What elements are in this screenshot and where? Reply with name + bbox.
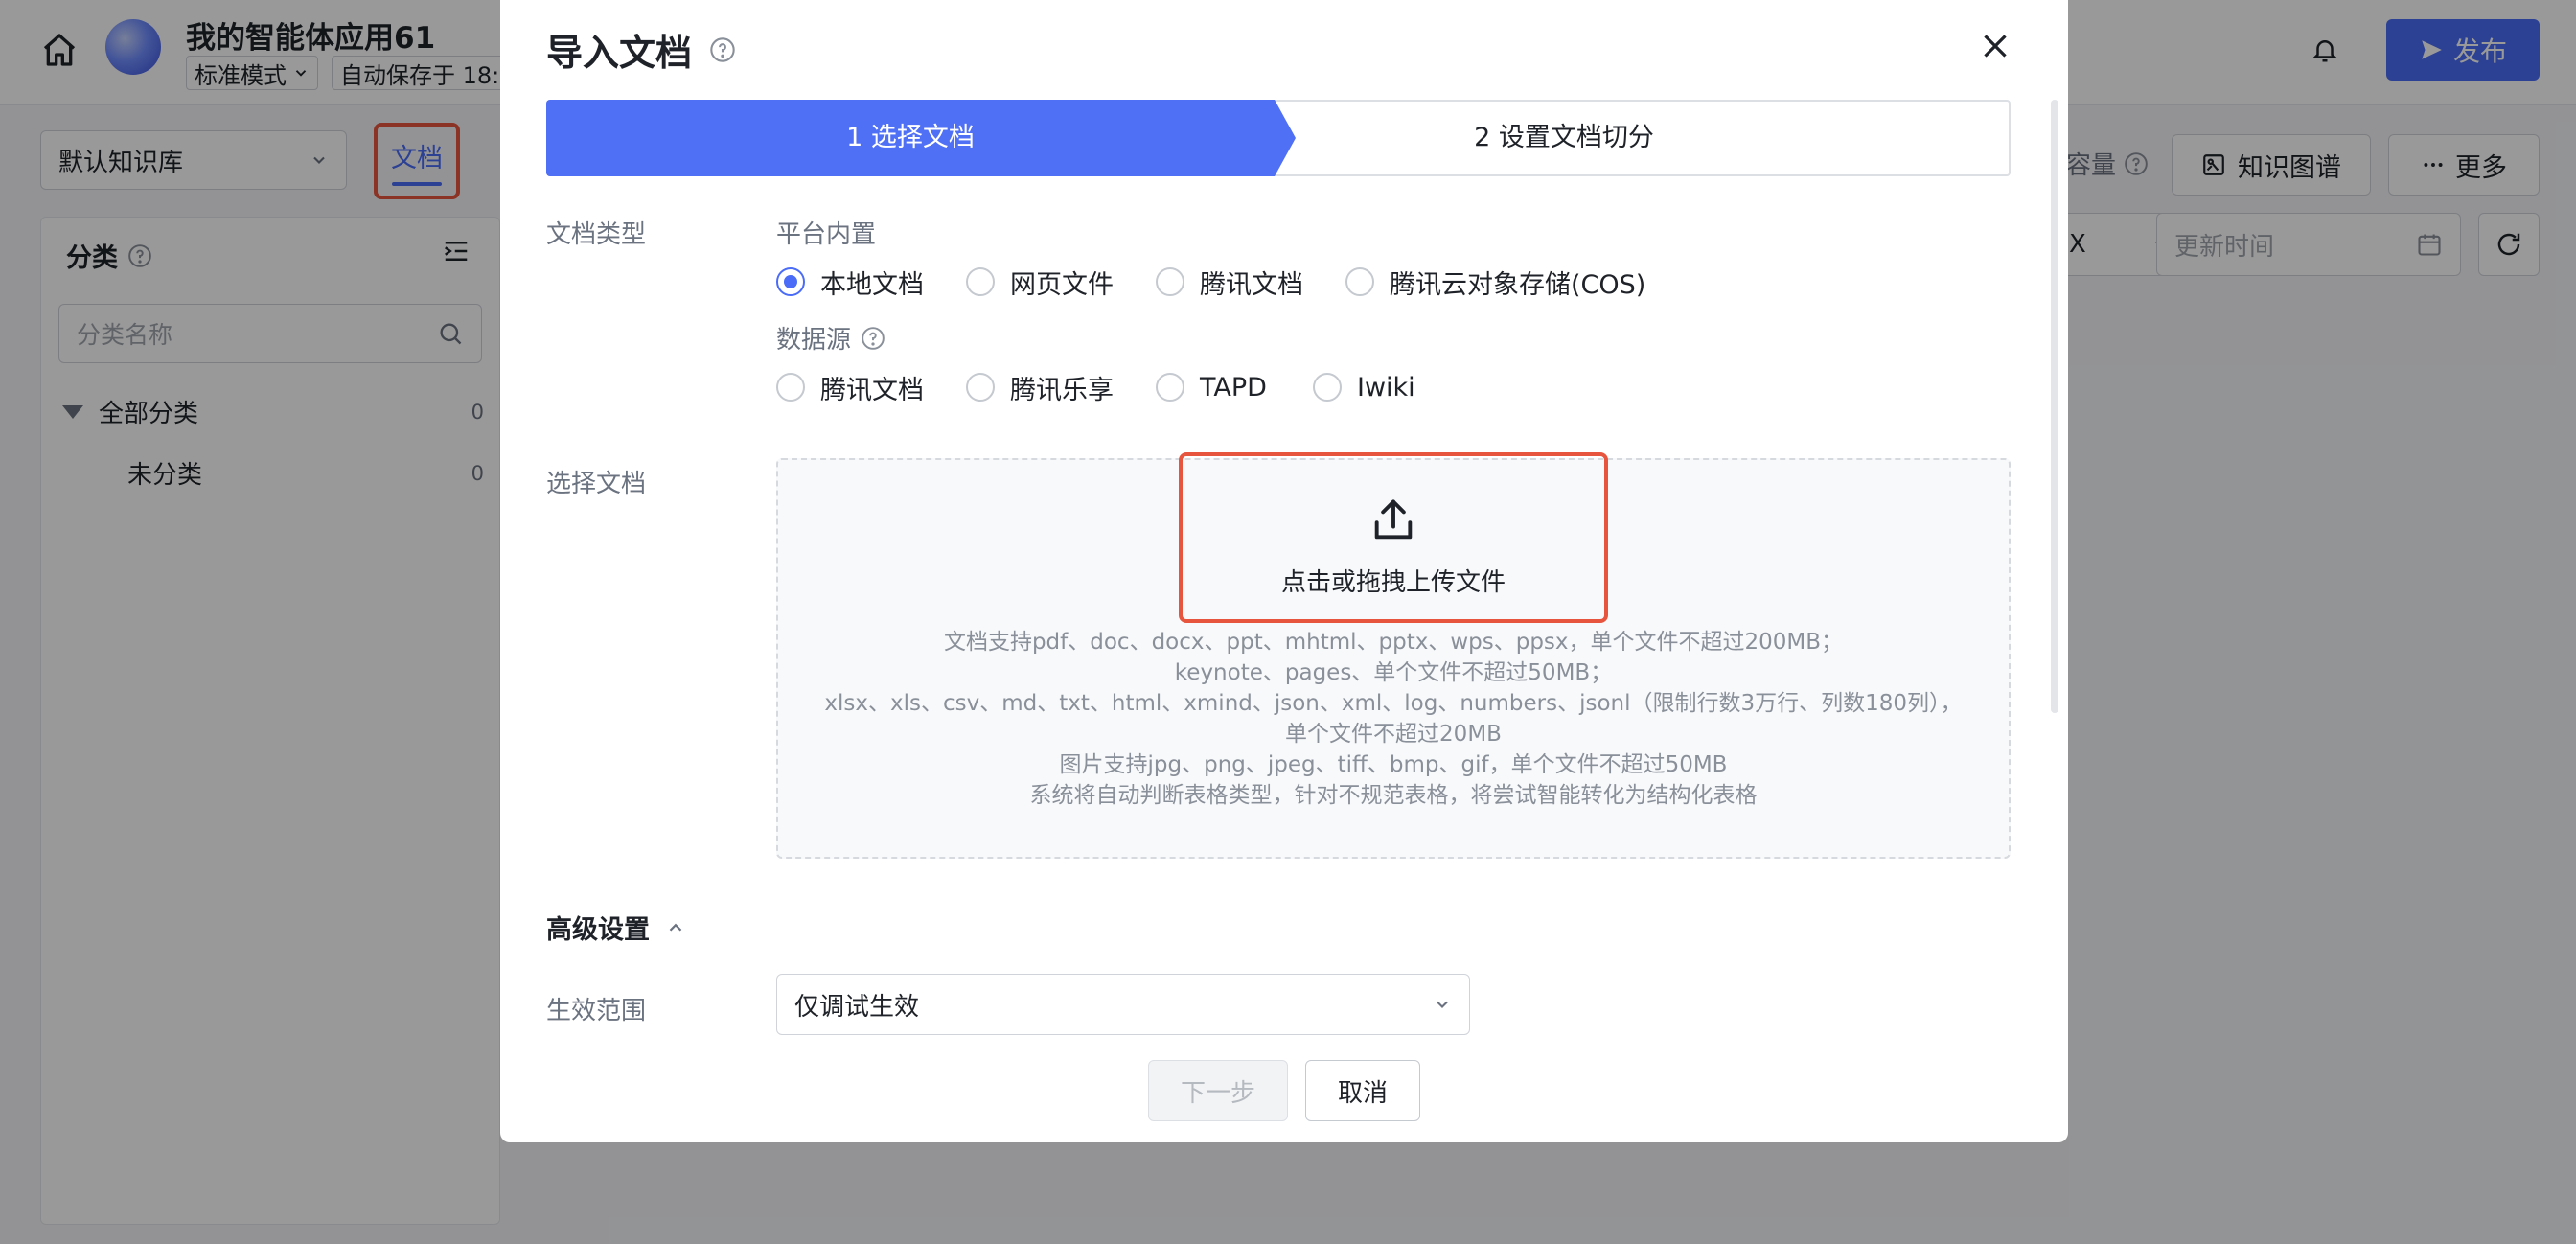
radio-ds-tencent-docs[interactable]: 腾讯文档	[776, 368, 924, 406]
radio-dot	[1346, 267, 1374, 296]
radio-dot	[1313, 373, 1342, 402]
scope-label: 生效范围	[546, 997, 647, 1025]
radio-dot	[966, 373, 995, 402]
chevron-down-icon	[1437, 1001, 1448, 1008]
help-icon[interactable]	[861, 326, 886, 351]
radio-label: 腾讯云对象存储(COS)	[1390, 269, 1646, 300]
advanced-settings-toggle[interactable]: 高级设置	[546, 909, 686, 946]
datasource-text: 数据源	[776, 326, 852, 355]
radio-label: 腾讯文档	[820, 375, 924, 405]
upload-icon	[1374, 499, 1413, 539]
step-2-label: 2 设置文档切分	[1474, 123, 1654, 152]
step-indicator: 2 设置文档切分 1 选择文档	[546, 100, 2011, 176]
step-1-label: 1 选择文档	[846, 123, 975, 152]
radio-tencent-cos[interactable]: 腾讯云对象存储(COS)	[1346, 263, 1645, 301]
help-icon[interactable]	[709, 36, 736, 63]
file-dropzone[interactable]: 点击或拖拽上传文件 文档支持pdf、doc、docx、ppt、mhtml、ppt…	[776, 452, 2011, 859]
select-doc-label: 选择文档	[546, 470, 647, 498]
radio-label: Iwiki	[1357, 372, 1415, 403]
radio-dot	[1156, 373, 1184, 402]
format-line: 单个文件不超过20MB	[1285, 722, 1502, 747]
platform-builtin-text: 平台内置	[776, 220, 877, 249]
radio-dot	[966, 267, 995, 296]
next-step-button[interactable]: 下一步	[1148, 1060, 1288, 1121]
radio-ds-iwiki[interactable]: Iwiki	[1313, 368, 1415, 406]
dialog-scrollbar[interactable]	[2051, 100, 2058, 713]
chevron-up-icon	[669, 923, 682, 932]
radio-label: TAPD	[1200, 372, 1267, 403]
close-icon[interactable]	[1978, 29, 2012, 63]
datasource-label: 数据源	[776, 320, 886, 356]
cancel-button[interactable]: 取消	[1305, 1060, 1420, 1121]
dialog-title: 导入文档	[546, 23, 736, 76]
import-document-dialog: 导入文档 2 设置文档切分 1 选择文档 文档类型 平台内置 本地文档 网页文件…	[500, 0, 2068, 1142]
radio-local-document[interactable]: 本地文档	[776, 263, 924, 301]
format-line: keynote、pages、单个文件不超过50MB；	[1174, 660, 1613, 685]
format-line: 文档支持pdf、doc、docx、ppt、mhtml、pptx、wps、ppsx…	[943, 630, 1844, 655]
radio-label: 腾讯乐享	[1010, 375, 1114, 405]
supported-formats: 文档支持pdf、doc、docx、ppt、mhtml、pptx、wps、ppsx…	[778, 627, 2009, 811]
radio-dot	[776, 373, 805, 402]
radio-ds-tencent-lexiang[interactable]: 腾讯乐享	[966, 368, 1114, 406]
radio-ds-tapd[interactable]: TAPD	[1156, 368, 1267, 406]
radio-dot	[776, 267, 805, 296]
format-line: 系统将自动判断表格类型，针对不规范表格，将尝试智能转化为结构化表格	[1029, 783, 1758, 808]
scope-select-value: 仅调试生效	[794, 992, 920, 1022]
scope-select[interactable]: 仅调试生效	[776, 974, 1470, 1035]
format-line: 图片支持jpg、png、jpeg、tiff、bmp、gif，单个文件不超过50M…	[1059, 752, 1728, 777]
advanced-settings-label: 高级设置	[546, 915, 650, 945]
radio-dot	[1156, 267, 1184, 296]
radio-tencent-docs[interactable]: 腾讯文档	[1156, 263, 1303, 301]
format-line: xlsx、xls、csv、md、txt、html、xmind、json、xml、…	[824, 691, 1963, 716]
upload-text: 点击或拖拽上传文件	[1280, 567, 1506, 597]
radio-label: 本地文档	[820, 269, 924, 300]
step-1-active: 1 选择文档	[546, 100, 1296, 176]
platform-builtin-label: 平台内置	[776, 215, 876, 250]
doc-type-label: 文档类型	[546, 220, 647, 249]
dialog-title-text: 导入文档	[546, 32, 693, 74]
radio-label: 腾讯文档	[1200, 269, 1303, 300]
radio-label: 网页文件	[1010, 269, 1114, 300]
radio-web-file[interactable]: 网页文件	[966, 263, 1114, 301]
upload-button[interactable]: 点击或拖拽上传文件	[1179, 452, 1608, 623]
